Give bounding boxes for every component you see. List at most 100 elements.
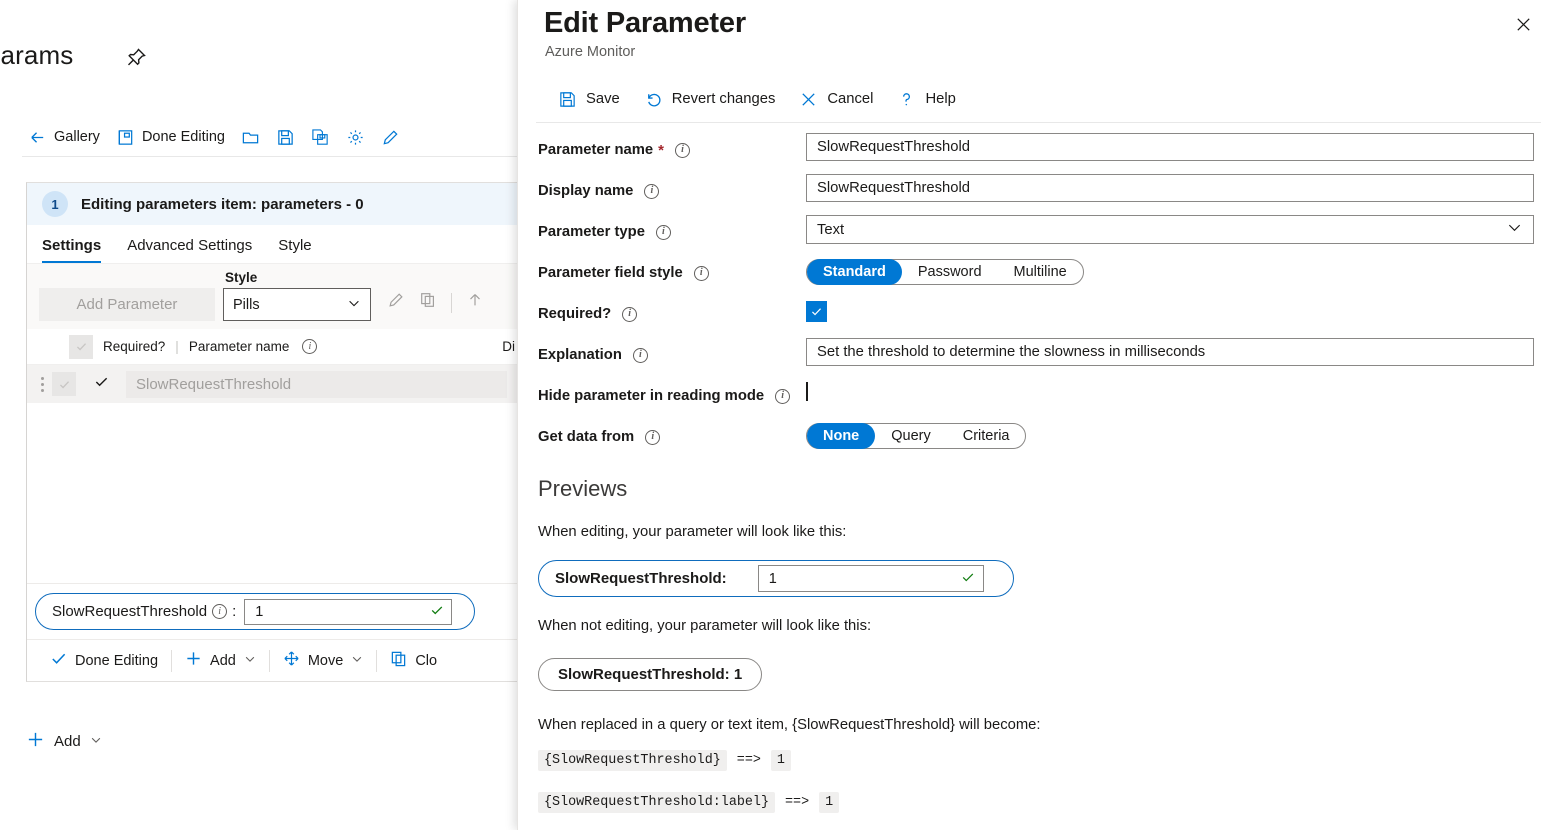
- toolbar-done-editing-button[interactable]: Done Editing: [108, 124, 233, 151]
- header-select-all-checkbox[interactable]: [69, 335, 93, 359]
- save-label: Save: [586, 91, 620, 107]
- arrow-left-icon: [28, 128, 47, 147]
- pencil-icon[interactable]: [387, 291, 405, 314]
- explanation-input[interactable]: Set the threshold to determine the slown…: [806, 338, 1534, 366]
- display-name-input-wrap: SlowRequestThreshold: [806, 174, 1534, 202]
- step-badge: 1: [42, 191, 68, 217]
- get-data-option-query[interactable]: Query: [875, 423, 947, 449]
- toolbar-settings-button[interactable]: [338, 124, 373, 151]
- tab-style[interactable]: Style: [278, 237, 311, 263]
- reading-preview-caption: When not editing, your parameter will lo…: [538, 618, 871, 634]
- card-header: 1 Editing parameters item: parameters - …: [27, 183, 519, 225]
- editing-preview-caption: When editing, your parameter will look l…: [538, 524, 846, 540]
- previews-heading: Previews: [538, 476, 627, 502]
- required-checkbox[interactable]: [806, 301, 827, 322]
- substitution-row: {SlowRequestThreshold} ==> 1: [538, 750, 791, 771]
- cancel-button[interactable]: Cancel: [787, 86, 885, 113]
- display-name-label: Display name: [538, 183, 633, 199]
- grid-header-display: Di: [502, 339, 515, 354]
- info-icon[interactable]: i: [633, 348, 648, 363]
- check-icon: [50, 650, 67, 671]
- workbook-background-page: params Gallery: [0, 0, 520, 830]
- hide-parameter-checkbox[interactable]: [806, 382, 808, 401]
- chevron-down-icon: [90, 734, 102, 749]
- parameter-name-input[interactable]: SlowRequestThreshold: [806, 133, 1534, 161]
- valid-check-icon: [430, 603, 444, 620]
- get-data-from-label-group: Get data from i: [538, 420, 663, 454]
- field-parameter-field-style: Parameter field style i Standard Passwor…: [518, 256, 1552, 297]
- tab-advanced-settings[interactable]: Advanced Settings: [127, 237, 252, 263]
- move-arrows-icon: [283, 650, 300, 671]
- tab-settings[interactable]: Settings: [42, 237, 101, 263]
- editing-preview-value: 1: [769, 571, 777, 587]
- blade-title: Edit Parameter: [544, 7, 746, 40]
- parameter-field-style-toggle-group: Standard Password Multiline: [806, 259, 1084, 285]
- reading-preview-pill[interactable]: SlowRequestThreshold: 1: [538, 658, 762, 691]
- row-parameter-name[interactable]: SlowRequestThreshold: [126, 371, 507, 398]
- field-get-data-from: Get data from i None Query Criteria: [518, 420, 1552, 461]
- info-icon[interactable]: i: [302, 339, 317, 354]
- style-select-group: Style Pills: [223, 270, 371, 321]
- field-explanation: Explanation i Set the threshold to deter…: [518, 338, 1552, 379]
- info-icon[interactable]: i: [644, 184, 659, 199]
- parameter-field-style-wrap: Standard Password Multiline: [806, 259, 1084, 285]
- blade-command-bar: Save Revert changes Cancel: [546, 82, 968, 116]
- editing-preview-pill[interactable]: SlowRequestThreshold: 1: [538, 560, 1014, 597]
- info-icon[interactable]: i: [656, 225, 671, 240]
- save-as-icon: [311, 128, 330, 147]
- revert-changes-button[interactable]: Revert changes: [632, 86, 788, 113]
- bottom-add-label: Add: [210, 653, 236, 669]
- add-item-button[interactable]: Add: [26, 730, 102, 753]
- close-button[interactable]: [1508, 12, 1538, 42]
- divider: [451, 293, 452, 313]
- substitution-token: {SlowRequestThreshold:label}: [538, 792, 775, 813]
- get-data-option-criteria[interactable]: Criteria: [947, 423, 1026, 449]
- parameter-preview-pill[interactable]: SlowRequestThreshold i : 1: [35, 593, 475, 630]
- add-parameter-button[interactable]: Add Parameter: [39, 288, 215, 321]
- field-style-option-password[interactable]: Password: [902, 259, 998, 285]
- toolbar-save-as-button[interactable]: [303, 124, 338, 151]
- field-style-option-standard[interactable]: Standard: [807, 259, 902, 285]
- save-button[interactable]: Save: [546, 86, 632, 113]
- bottom-clone-label: Clo: [415, 653, 437, 669]
- bottom-done-editing-button[interactable]: Done Editing: [37, 650, 171, 671]
- toolbar-gallery-button[interactable]: Gallery: [20, 124, 108, 151]
- close-icon: [1514, 15, 1533, 39]
- bottom-move-label: Move: [308, 653, 343, 669]
- table-row[interactable]: SlowRequestThreshold: [27, 365, 519, 403]
- style-select[interactable]: Pills: [223, 288, 371, 321]
- pin-icon[interactable]: [124, 46, 148, 70]
- row-select-checkbox[interactable]: [52, 372, 76, 396]
- toolbar-edit-button[interactable]: [373, 124, 408, 151]
- move-up-icon[interactable]: [466, 291, 484, 314]
- parameter-type-select-wrap: Text: [806, 215, 1534, 244]
- info-icon[interactable]: i: [645, 430, 660, 445]
- style-select-label: Style: [223, 270, 371, 285]
- save-disk-icon: [558, 90, 577, 109]
- info-icon[interactable]: i: [622, 307, 637, 322]
- bottom-clone-button[interactable]: Clo: [377, 650, 450, 671]
- grid-header-required: Required?: [103, 339, 165, 354]
- drag-handle-icon[interactable]: [41, 377, 44, 392]
- info-icon[interactable]: i: [694, 266, 709, 281]
- info-icon[interactable]: i: [675, 143, 690, 158]
- bottom-add-button[interactable]: Add: [172, 650, 269, 671]
- toolbar-open-button[interactable]: [233, 124, 268, 151]
- get-data-option-none[interactable]: None: [807, 423, 875, 449]
- field-parameter-type: Parameter type i Text: [518, 215, 1552, 256]
- parameter-type-select[interactable]: Text: [806, 215, 1534, 244]
- display-name-input[interactable]: SlowRequestThreshold: [806, 174, 1534, 202]
- bottom-move-button[interactable]: Move: [270, 650, 376, 671]
- toolbar-save-button[interactable]: [268, 124, 303, 151]
- parameter-preview-input[interactable]: 1: [244, 599, 452, 625]
- info-icon[interactable]: i: [775, 389, 790, 404]
- info-icon[interactable]: i: [212, 604, 227, 619]
- copy-icon[interactable]: [419, 291, 437, 314]
- toolbar-gallery-label: Gallery: [54, 129, 100, 145]
- editing-preview-input[interactable]: 1: [758, 565, 984, 592]
- help-button[interactable]: Help: [885, 86, 967, 113]
- field-style-option-multiline[interactable]: Multiline: [998, 259, 1083, 285]
- pencil-icon: [381, 128, 400, 147]
- card-header-title: Editing parameters item: parameters - 0: [81, 196, 364, 213]
- get-data-from-wrap: None Query Criteria: [806, 423, 1026, 449]
